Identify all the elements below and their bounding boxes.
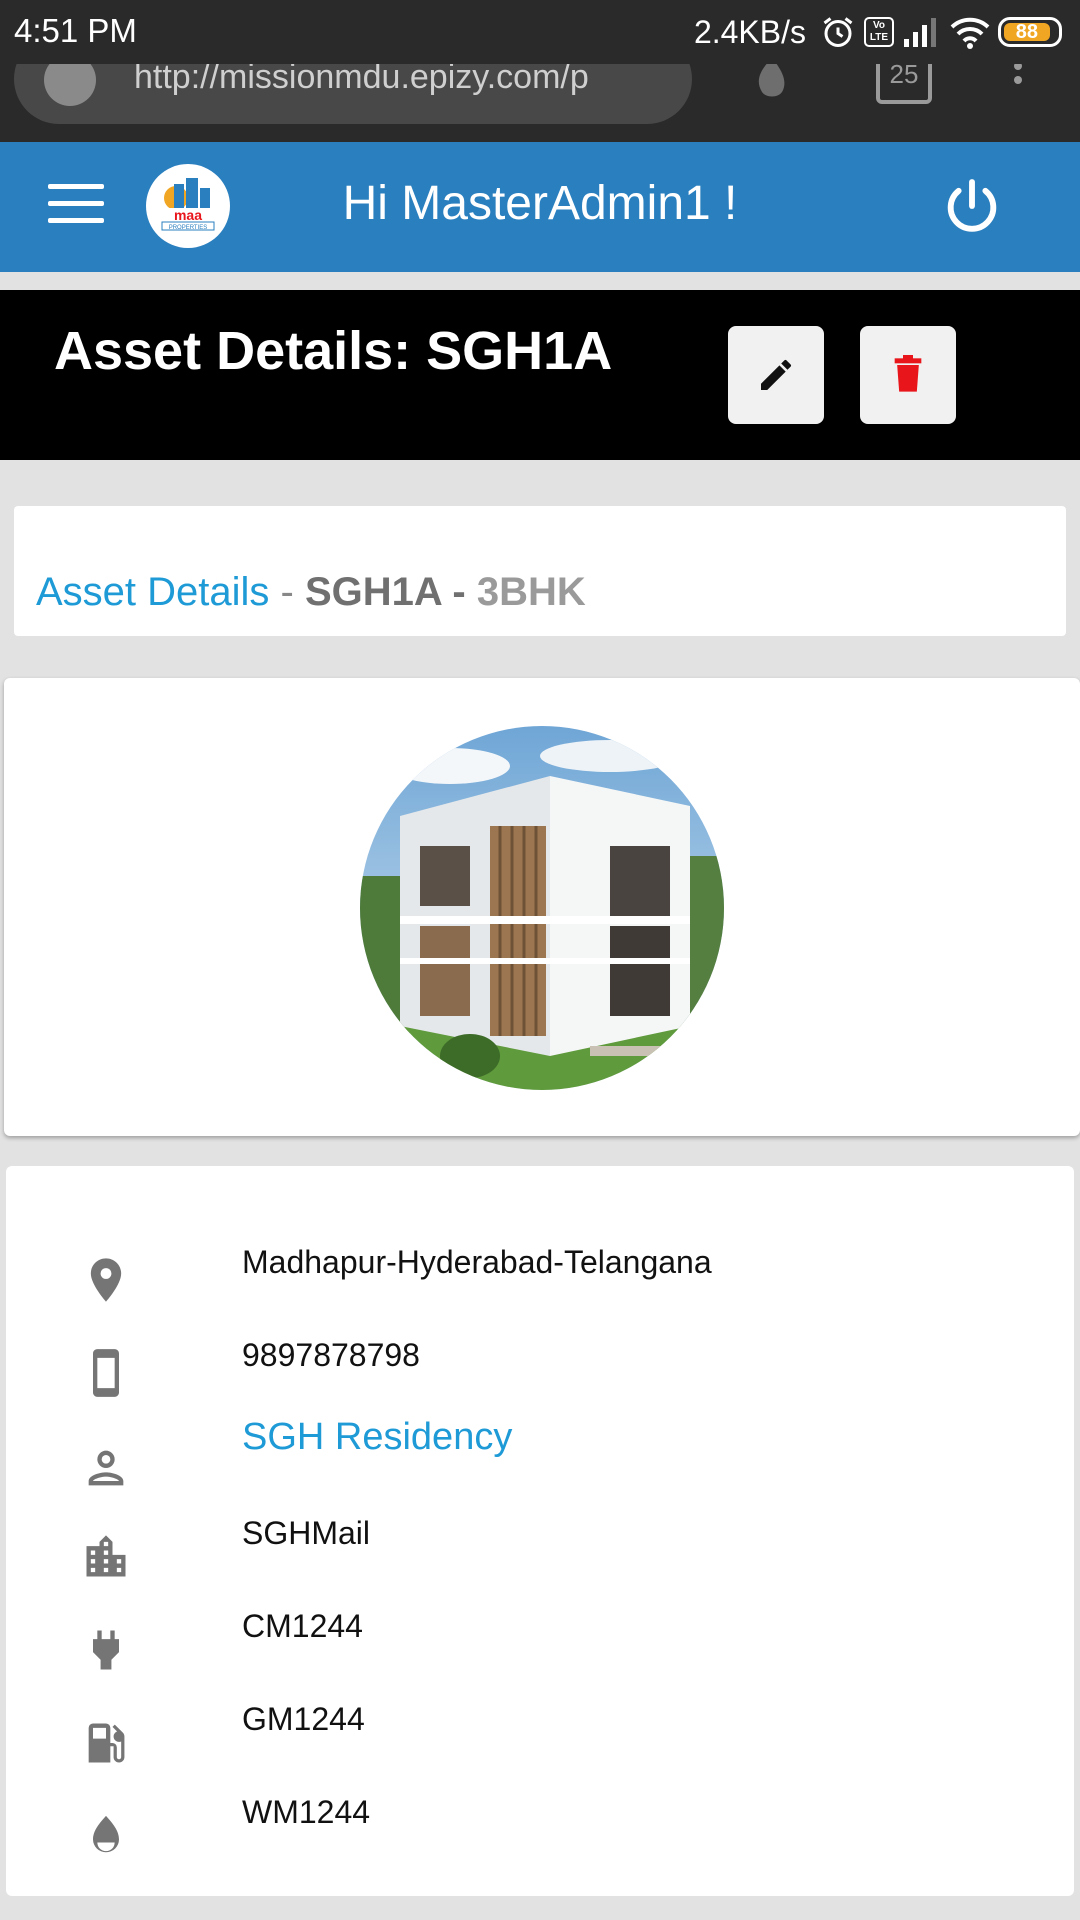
smartphone-icon (93, 1349, 119, 1397)
signal-icon (904, 18, 936, 47)
wifi-icon (950, 17, 990, 49)
asset-info-card: Madhapur-Hyderabad-Telangana 9897878798 … (6, 1166, 1074, 1896)
page-title: Asset Details: SGH1A (54, 321, 613, 381)
power-plug-icon (93, 1630, 119, 1670)
greeting-text: Hi MasterAdmin1 ! (342, 177, 738, 230)
browser-menu-icon[interactable] (1008, 64, 1028, 98)
svg-text:PROPERTIES: PROPERTIES (169, 225, 208, 231)
svg-text:maa: maa (174, 207, 202, 223)
battery-icon: 88 (998, 17, 1062, 47)
tab-switcher-button[interactable]: 25 (876, 64, 932, 104)
app-header: maa PROPERTIES Hi MasterAdmin1 ! (0, 142, 1080, 272)
browser-toolbar: http://missionmdu.epizy.com/p 25 (0, 64, 1080, 142)
breadcrumb-asset-details-link[interactable]: Asset Details (36, 570, 269, 614)
location-pin-icon (90, 1258, 122, 1302)
edit-button[interactable] (728, 326, 824, 424)
status-icons: 2.4KB/s Vo LTE 88 (694, 12, 1062, 52)
person-icon (88, 1450, 124, 1486)
location-text: Madhapur-Hyderabad-Telangana (242, 1244, 712, 1280)
breadcrumb-asset-code: SGH1A (304, 570, 442, 614)
flame-icon[interactable] (748, 64, 796, 98)
breadcrumb-separator: - (269, 570, 305, 614)
brand-logo: maa PROPERTIES (146, 164, 230, 248)
battery-level: 88 (1015, 21, 1038, 43)
building-text: SGHMail (242, 1515, 371, 1551)
info-row-gas: GM1244 (6, 1697, 1074, 1777)
info-row-water: WM1244 (6, 1790, 1074, 1870)
pencil-icon (761, 359, 792, 390)
site-info-icon[interactable] (44, 64, 96, 106)
power-icon[interactable] (940, 174, 1004, 238)
menu-icon[interactable] (48, 184, 104, 230)
status-time: 4:51 PM (14, 12, 137, 49)
delete-button[interactable] (860, 326, 956, 424)
info-row-location: Madhapur-Hyderabad-Telangana (6, 1240, 1074, 1320)
volte-icon: Vo LTE (864, 17, 894, 47)
info-row-building: SGHMail (6, 1511, 1074, 1591)
asset-image-card (4, 678, 1080, 1136)
info-row-electricity: CM1244 (6, 1604, 1074, 1684)
page-title-bar: Asset Details: SGH1A (0, 290, 1080, 460)
trash-icon (894, 355, 922, 392)
gas-station-icon (88, 1723, 125, 1763)
owner-link[interactable]: SGH Residency (242, 1416, 512, 1459)
status-bar: 4:51 PM 2.4KB/s Vo LTE 88 (0, 0, 1080, 64)
water-drop-icon (93, 1815, 119, 1853)
gas-meter-text: GM1244 (242, 1701, 365, 1737)
building-icon (86, 1535, 126, 1577)
info-row-owner: SGH Residency (6, 1416, 1074, 1496)
network-speed: 2.4KB/s (693, 13, 806, 50)
asset-photo (360, 726, 724, 1090)
battery-fill: 88 (1004, 21, 1050, 43)
info-row-phone: 9897878798 (6, 1333, 1074, 1413)
electric-meter-text: CM1244 (242, 1608, 363, 1644)
phone-text: 9897878798 (242, 1337, 420, 1373)
water-meter-text: WM1244 (242, 1794, 371, 1830)
breadcrumb: Asset Details - SGH1A - 3BHK (14, 506, 1066, 636)
breadcrumb-separator-2: - (441, 570, 477, 614)
url-text[interactable]: http://missionmdu.epizy.com/p (134, 64, 664, 98)
alarm-icon (823, 17, 853, 47)
url-bar[interactable]: http://missionmdu.epizy.com/p (14, 64, 692, 124)
breadcrumb-asset-type: 3BHK (476, 570, 586, 614)
